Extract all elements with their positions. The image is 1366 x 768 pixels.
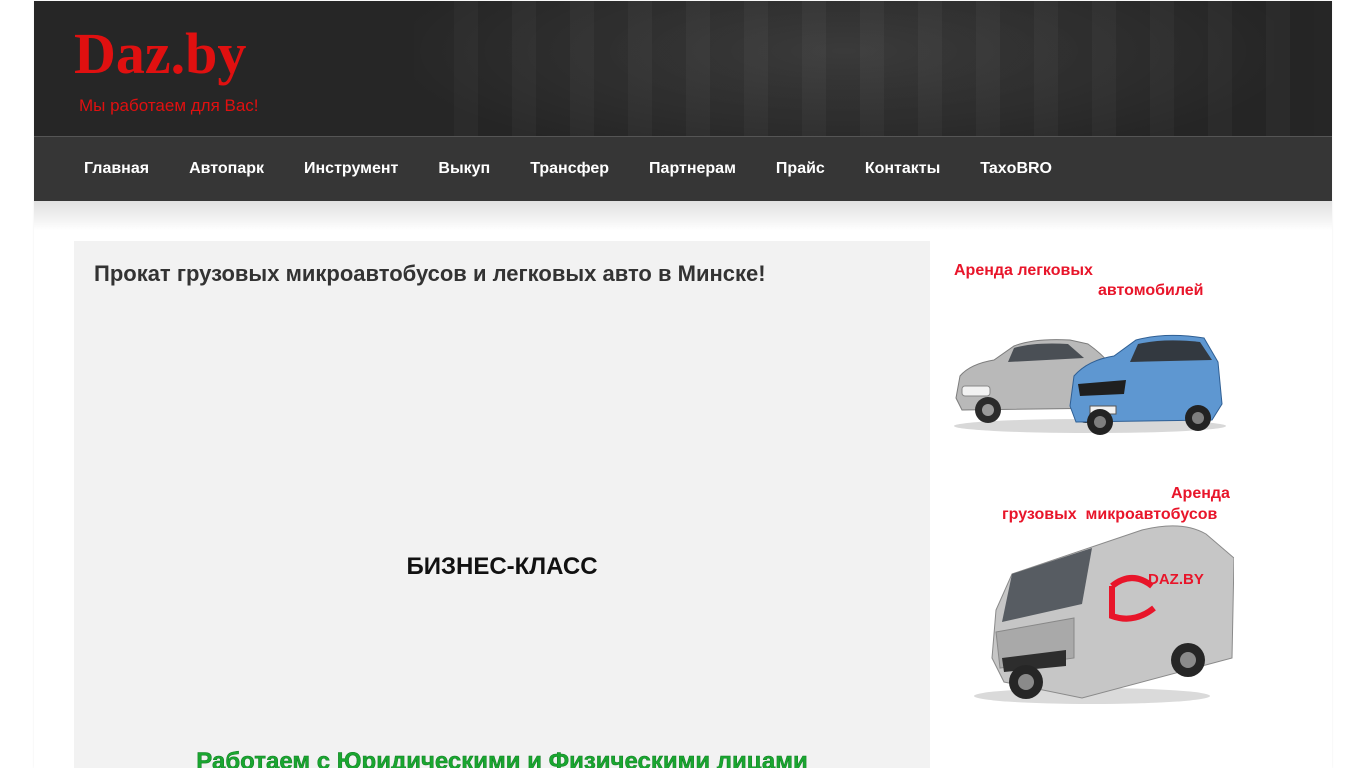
nav-item-transfer[interactable]: Трансфер (510, 137, 629, 201)
nav-item-contacts[interactable]: Контакты (845, 137, 960, 201)
main-content: Прокат грузовых микроавтобусов и легковы… (74, 241, 930, 768)
site-title-link[interactable]: Daz.by (74, 21, 246, 87)
vans-rental-banner[interactable]: Аренда грузовых микроавтобусов DAZ.BY (962, 482, 1234, 708)
nav-shadow (34, 201, 1332, 231)
business-class-heading: БИЗНЕС-КЛАСС (406, 553, 598, 580)
site-tagline: Мы работаем для Вас! (79, 96, 259, 115)
nav-item-taxobro[interactable]: TaxoBRO (960, 137, 1072, 201)
nav-item-price[interactable]: Прайс (756, 137, 845, 201)
site-header: Daz.by Мы работаем для Вас! (34, 1, 1332, 137)
nav-item-home[interactable]: Главная (64, 137, 169, 201)
cars-image (954, 334, 1226, 435)
page-title: Прокат грузовых микроавтобусов и легковы… (94, 261, 766, 286)
nav-menu: Главная Автопарк Инструмент Выкуп Трансф… (34, 137, 1332, 201)
nav-item-fleet[interactable]: Автопарк (169, 137, 284, 201)
van-side-logo: DAZ.BY (1148, 571, 1204, 588)
nav-item-tools[interactable]: Инструмент (284, 137, 418, 201)
van-image (974, 525, 1234, 704)
legal-entities-banner: Работаем с Юридическими и Физическими ли… (196, 748, 808, 768)
nav-item-partners[interactable]: Партнерам (629, 137, 756, 201)
header-background-pattern (454, 1, 1314, 136)
main-navigation: Главная Автопарк Инструмент Выкуп Трансф… (34, 137, 1332, 201)
cars-rental-banner[interactable]: Аренда легковых автомобилей (950, 258, 1228, 438)
nav-item-buyout[interactable]: Выкуп (418, 137, 510, 201)
